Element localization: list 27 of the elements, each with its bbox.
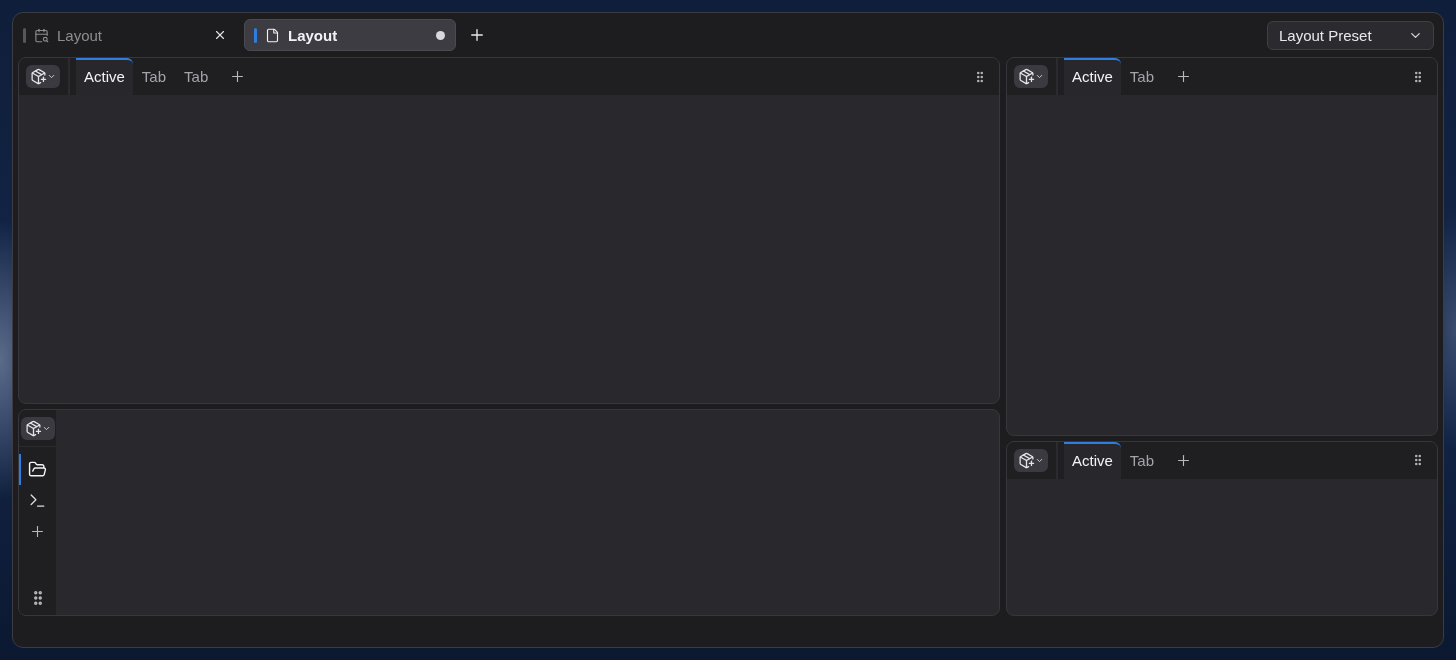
indicator-bar-icon xyxy=(254,27,257,43)
panel-tab[interactable]: Tab xyxy=(132,58,176,95)
calendar-search-icon xyxy=(34,27,49,43)
folder-icon xyxy=(28,460,47,480)
chevron-down-icon xyxy=(1035,72,1044,81)
package-plus-icon xyxy=(1018,451,1035,469)
panel-tab[interactable]: Tab xyxy=(1120,441,1164,479)
layout-preset-dropdown[interactable]: Layout Preset xyxy=(1267,20,1434,50)
add-widget-button[interactable] xyxy=(26,65,60,88)
window-tab[interactable]: Layout xyxy=(244,19,456,51)
add-widget-button[interactable] xyxy=(1014,448,1048,472)
panel-tab[interactable]: Tab xyxy=(1120,58,1164,95)
package-plus-icon xyxy=(1018,68,1035,85)
chevron-down-icon xyxy=(47,72,56,81)
panel-tab[interactable]: Active xyxy=(76,58,133,95)
plus-icon[interactable] xyxy=(468,26,486,44)
panel-tab[interactable]: Active xyxy=(1064,441,1121,479)
file-icon xyxy=(265,27,280,43)
panel-tab[interactable]: Tab xyxy=(175,58,218,95)
add-widget-button[interactable] xyxy=(1014,65,1048,88)
package-plus-icon xyxy=(24,420,42,438)
indicator-bar-icon xyxy=(23,27,26,43)
window-tab[interactable]: Layout xyxy=(20,19,238,51)
package-plus-icon xyxy=(30,68,47,85)
close-icon[interactable] xyxy=(213,28,227,42)
add-widget-button[interactable] xyxy=(20,417,55,441)
panel-tab[interactable]: Active xyxy=(1064,58,1121,95)
